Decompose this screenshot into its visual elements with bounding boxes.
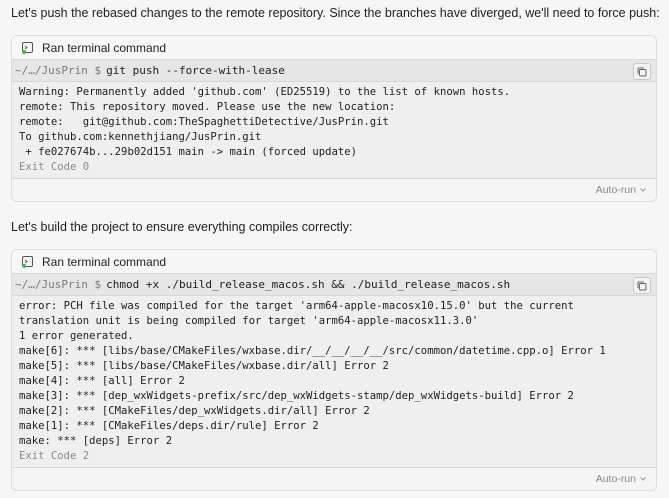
- auto-run-label: Auto-run: [595, 473, 636, 485]
- output-line: 1 error generated.: [19, 330, 134, 342]
- terminal-block-header[interactable]: Ran terminal command: [12, 36, 656, 59]
- command-text: chmod +x ./build_release_macos.sh && ./b…: [106, 278, 511, 291]
- chevron-down-icon: [640, 477, 646, 481]
- copy-icon: [637, 281, 647, 290]
- output-line: make[6]: *** [libs/base/CMakeFiles/wxbas…: [19, 345, 606, 357]
- terminal-command-block-build: Ran terminal command ~/…/JusPrin $ chmod …: [11, 249, 657, 491]
- output-line: make[1]: *** [CMakeFiles/deps.dir/rule] …: [19, 420, 319, 432]
- assistant-message-build: Let's build the project to ensure everyt…: [11, 220, 353, 234]
- command-output: error: PCH file was compiled for the tar…: [12, 296, 656, 467]
- assistant-message-push: Let's push the rebased changes to the re…: [11, 6, 660, 20]
- exit-code: Exit Code 2: [19, 450, 90, 462]
- output-line: remote: This repository moved. Please us…: [19, 101, 396, 113]
- terminal-icon: [22, 41, 34, 54]
- shell-prompt: ~/…/JusPrin $: [15, 278, 102, 291]
- output-line: make[4]: *** [all] Error 2: [19, 375, 185, 387]
- output-line: + fe027674b...29b02d151 main -> main (fo…: [19, 146, 358, 158]
- auto-run-dropdown[interactable]: Auto-run: [12, 467, 656, 490]
- terminal-command-block-push: Ran terminal command ~/…/JusPrin $ git pu…: [11, 35, 657, 202]
- output-line: make[5]: *** [libs/base/CMakeFiles/wxbas…: [19, 360, 389, 372]
- auto-run-dropdown[interactable]: Auto-run: [12, 178, 656, 201]
- terminal-icon: [22, 255, 34, 268]
- auto-run-label: Auto-run: [595, 184, 636, 196]
- output-line: error: PCH file was compiled for the tar…: [19, 300, 581, 327]
- command-line: ~/…/JusPrin $ chmod +x ./build_release_ma…: [12, 273, 656, 296]
- copy-command-button[interactable]: [633, 277, 651, 294]
- output-line: remote: git@github.com:TheSpaghettiDetec…: [19, 116, 389, 128]
- exit-code: Exit Code 0: [19, 161, 90, 173]
- copy-icon: [637, 67, 647, 76]
- shell-prompt: ~/…/JusPrin $: [15, 64, 102, 77]
- output-line: make[3]: *** [dep_wxWidgets-prefix/src/d…: [19, 390, 574, 402]
- terminal-block-title: Ran terminal command: [42, 40, 167, 55]
- command-output: Warning: Permanently added 'github.com' …: [12, 82, 656, 178]
- copy-command-button[interactable]: [633, 63, 651, 80]
- terminal-block-header[interactable]: Ran terminal command: [12, 250, 656, 273]
- output-line: To github.com:kennethjiang/JusPrin.git: [19, 131, 262, 143]
- output-line: make: *** [deps] Error 2: [19, 435, 173, 447]
- terminal-block-title: Ran terminal command: [42, 254, 167, 269]
- command-text: git push --force-with-lease: [106, 64, 285, 77]
- output-line: Warning: Permanently added 'github.com' …: [19, 86, 511, 98]
- output-line: make[2]: *** [CMakeFiles/dep_wxWidgets.d…: [19, 405, 370, 417]
- chevron-down-icon: [640, 188, 646, 192]
- command-line: ~/…/JusPrin $ git push --force-with-lease: [12, 59, 656, 82]
